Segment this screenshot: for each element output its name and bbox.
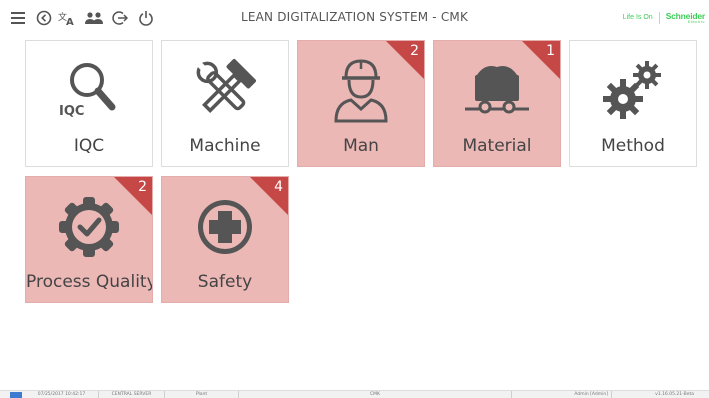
badge-count: 2 [410,43,419,59]
svg-text:A: A [66,17,74,26]
status-bar: 07/25/2017 10:42:17 CENTRAL SERVER Plant… [0,390,709,398]
power-icon[interactable] [136,8,156,28]
tile-label: Material [462,136,532,156]
tile-material[interactable]: Material 1 [433,40,561,167]
notification-badge: 1 [522,41,560,79]
tile-safety[interactable]: Safety 4 [161,176,289,303]
iqc-icon-text: IQC [59,104,84,119]
tile-label: Machine [189,136,261,156]
tile-man[interactable]: Man 2 [297,40,425,167]
notification-badge: 2 [386,41,424,79]
badge-count: 1 [546,43,555,59]
status-version: v1.16.05.21-Beta [655,392,694,397]
users-icon[interactable] [84,8,104,28]
magnifier-iqc-icon: IQC [26,47,152,133]
logout-icon[interactable] [110,8,130,28]
start-button[interactable] [10,392,22,398]
status-area: Plant [165,391,239,398]
brand-tagline: Life Is On [623,12,660,24]
badge-count: 4 [274,179,283,195]
status-datetime: 07/25/2017 10:42:17 [25,391,99,398]
menu-icon[interactable] [8,8,28,28]
tile-label: Man [343,136,379,156]
tile-label: Method [601,136,665,156]
status-server: CENTRAL SERVER [99,391,165,398]
app-title: LEAN DIGITALIZATION SYSTEM - CMK [240,10,469,24]
tile-machine[interactable]: Machine [161,40,289,167]
badge-count: 2 [138,179,147,195]
status-site: CMK [239,391,512,398]
back-icon[interactable] [34,8,54,28]
translate-icon[interactable]: 文A [58,8,78,28]
status-user: Admin [Admin] [512,391,612,398]
notification-badge: 2 [114,177,152,215]
tile-iqc[interactable]: IQC IQC [25,40,153,167]
top-bar: 文A LEAN DIGITALIZATION SYSTEM - CMK Life… [0,0,709,36]
notification-badge: 4 [250,177,288,215]
tile-label: Safety [197,272,253,292]
tile-label: IQC [73,136,105,156]
tile-label: Process Quality [26,272,153,292]
tile-method[interactable]: Method [569,40,697,167]
tools-icon [162,47,288,133]
brand-logo: Life Is On Schneider Electric [623,10,705,26]
schneider-logo: Schneider Electric [660,12,706,25]
tile-process-quality[interactable]: Process Quality 2 [25,176,153,303]
brand-sub: Electric [687,19,705,25]
gears-icon [570,47,696,133]
